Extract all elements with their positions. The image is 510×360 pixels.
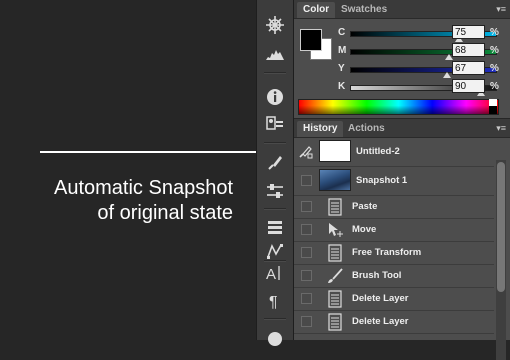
- document-icon: [326, 313, 344, 331]
- history-state-row[interactable]: Delete Layer: [294, 311, 494, 334]
- history-brush-source-icon[interactable]: [299, 145, 313, 164]
- document-icon: [326, 198, 344, 216]
- character-icon[interactable]: A: [257, 260, 293, 286]
- history-state-row[interactable]: Free Transform: [294, 242, 494, 265]
- magenta-value-input[interactable]: 68: [452, 43, 485, 57]
- history-state-row[interactable]: Brush Tool: [294, 265, 494, 288]
- move-tool-icon: [326, 221, 344, 239]
- panel-icon-strip: A ¶: [256, 0, 294, 346]
- paragraph-icon[interactable]: ¶: [257, 288, 293, 314]
- cyan-value-input[interactable]: 75: [452, 25, 485, 39]
- layers-icon[interactable]: [257, 214, 293, 240]
- history-list: Untitled-2 Snapshot 1 Paste Move Free Tr…: [294, 138, 510, 360]
- history-state-label: Paste: [352, 201, 378, 212]
- channel-label: M: [338, 45, 347, 56]
- navigator-icon[interactable]: [257, 12, 293, 38]
- brush-tool-icon: [326, 267, 344, 285]
- strip-divider: [264, 72, 286, 74]
- percent-label: %: [490, 63, 499, 74]
- history-state-label: Move: [352, 224, 377, 235]
- document-icon: [326, 290, 344, 308]
- annotation-caption: Automatic Snapshot of original state: [0, 176, 233, 226]
- history-source-checkbox[interactable]: [301, 201, 312, 212]
- properties-icon[interactable]: [257, 110, 293, 136]
- history-brush-icon[interactable]: [257, 150, 293, 176]
- annotation-line-2: of original state: [97, 202, 233, 224]
- black-value-input[interactable]: 90: [452, 79, 485, 93]
- spectrum-white-sample[interactable]: [489, 99, 497, 106]
- tab-history[interactable]: History: [297, 121, 344, 137]
- history-source-checkbox[interactable]: [301, 293, 312, 304]
- tab-swatches[interactable]: Swatches: [335, 2, 393, 18]
- history-state-label: Delete Layer: [352, 293, 409, 304]
- channel-label: C: [338, 27, 346, 38]
- spectrum-black-sample[interactable]: [489, 106, 497, 114]
- annotation-line-1: Automatic Snapshot: [54, 177, 233, 199]
- history-source-checkbox[interactable]: [301, 175, 312, 186]
- svg-text:A: A: [266, 266, 276, 283]
- strip-divider: [264, 142, 286, 144]
- history-source-checkbox[interactable]: [301, 224, 312, 235]
- histogram-icon[interactable]: [257, 40, 293, 66]
- panel-menu-icon[interactable]: ▾≡: [492, 123, 506, 133]
- annotation-arrow-line: [40, 151, 285, 153]
- snapshot-thumbnail-image: [319, 169, 351, 191]
- document-icon: [326, 244, 344, 262]
- history-panel-tabbar: History Actions ▾≡: [294, 119, 510, 138]
- history-source-checkbox[interactable]: [301, 270, 312, 281]
- history-scrollbar-thumb[interactable]: [497, 162, 505, 292]
- history-source-checkbox[interactable]: [301, 247, 312, 258]
- snapshot-row[interactable]: Untitled-2: [294, 138, 494, 167]
- yellow-value-input[interactable]: 67: [452, 61, 485, 75]
- adjustment-sliders-icon[interactable]: [257, 178, 293, 204]
- history-state-row[interactable]: Paste: [294, 196, 494, 219]
- info-icon[interactable]: [257, 84, 293, 110]
- percent-label: %: [490, 81, 499, 92]
- strip-divider: [264, 208, 286, 210]
- history-scrollbar[interactable]: [496, 160, 506, 360]
- history-panel: History Actions ▾≡ Untitled-2 Snapshot 1…: [294, 119, 510, 360]
- snapshot-thumbnail-blank: [319, 140, 351, 162]
- color-panel: Color Swatches ▾≡ C 75 % M 68 % Y 67 % K…: [294, 0, 510, 118]
- channel-label: Y: [338, 63, 345, 74]
- tab-color[interactable]: Color: [297, 2, 336, 18]
- history-state-row[interactable]: Move: [294, 219, 494, 242]
- color-spectrum-bar[interactable]: [298, 99, 499, 115]
- percent-label: %: [490, 45, 499, 56]
- tab-actions[interactable]: Actions: [342, 121, 391, 137]
- snapshot-row[interactable]: Snapshot 1: [294, 167, 494, 196]
- svg-text:¶: ¶: [269, 294, 278, 310]
- color-panel-tabbar: Color Swatches ▾≡: [294, 0, 510, 19]
- percent-label: %: [490, 27, 499, 38]
- history-state-row[interactable]: Delete Layer: [294, 288, 494, 311]
- snapshot-label: Untitled-2: [356, 146, 400, 157]
- yellow-slider-knob[interactable]: [443, 72, 452, 78]
- clone-source-icon[interactable]: [257, 326, 293, 352]
- history-state-label: Free Transform: [352, 247, 422, 258]
- history-state-label: Delete Layer: [352, 316, 409, 327]
- snapshot-label: Snapshot 1: [356, 175, 408, 186]
- foreground-color-swatch[interactable]: [300, 29, 322, 51]
- channel-label: K: [338, 81, 346, 92]
- panel-menu-icon[interactable]: ▾≡: [492, 4, 506, 14]
- strip-divider: [264, 318, 286, 320]
- history-source-checkbox[interactable]: [301, 316, 312, 327]
- history-state-label: Brush Tool: [352, 270, 402, 281]
